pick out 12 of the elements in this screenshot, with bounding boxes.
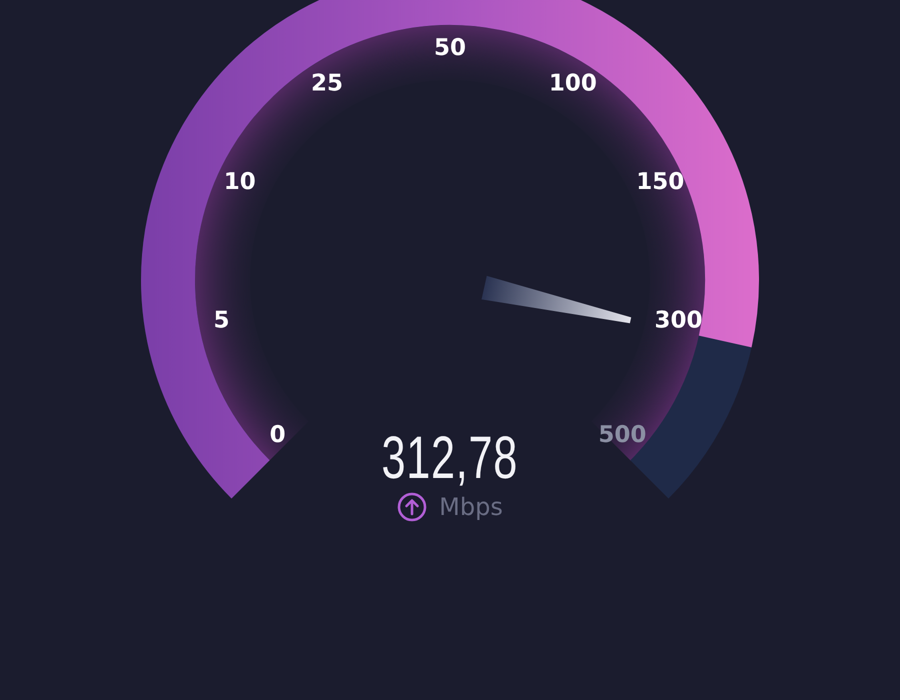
tick-label: 150 [636,168,684,195]
tick-label: 50 [434,35,466,61]
tick-label: 25 [311,70,344,96]
tick-label: 100 [548,70,597,96]
tick-label: 500 [598,422,646,448]
arrow-up-circle-icon [397,492,428,522]
speed-value: 312,78 [382,428,518,488]
tick-label: 300 [654,307,702,334]
tick-label: 10 [224,168,256,195]
speed-unit: Mbps [439,495,503,519]
tick-label: 5 [214,307,230,334]
tick-label: 0 [270,422,286,448]
